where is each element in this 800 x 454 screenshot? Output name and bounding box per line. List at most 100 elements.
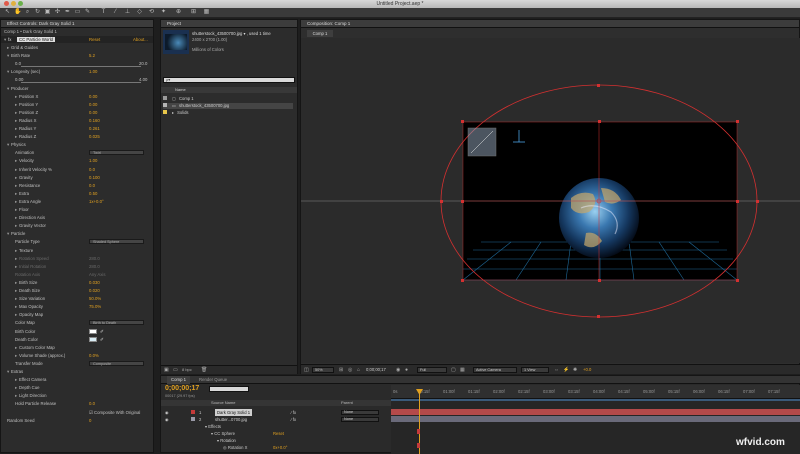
effect-property-row[interactable]: ▸ Inherit Velocity % 0.0 [1,166,153,173]
effect-property-row[interactable]: ▸ Gravity Vector [1,222,153,229]
effect-property-value[interactable]: 0.0 [89,182,95,189]
grid-guides-icon[interactable]: ⊞ [339,367,343,373]
pen-alt-tool-icon[interactable]: ✎ [84,9,91,16]
effect-property-row[interactable]: ▸ Max Opacity 75.0% [1,303,153,310]
effect-property-value[interactable]: 1.00 [89,68,97,75]
timeline-layer-row[interactable]: ◉ 1 Dark Gray Solid 1 ⁄ fx None [161,409,391,416]
effect-property-row[interactable]: ▸ Birth Size 0.030 [1,279,153,286]
effect-property-value[interactable]: 1x+0.0° [89,198,104,205]
keyframe-marker[interactable] [417,443,420,448]
effect-property-row[interactable]: ▸ Radius Y 0.261 [1,125,153,132]
eyedropper-icon[interactable]: ✐ [100,328,104,335]
effect-header-row[interactable]: ▾ fx CC Particle World Reset About... [1,36,153,44]
effect-property-row[interactable]: ▸ Light Direction [1,392,153,399]
effect-property-row[interactable]: ▾ Physics [1,141,153,148]
snapshot-icon[interactable]: ⌂ [357,367,360,373]
effect-property-value[interactable]: 0.00 [89,93,97,100]
region-of-interest-icon[interactable]: ▢ [451,367,456,373]
label-color-swatch[interactable] [163,96,167,100]
snap-tool-icon[interactable]: ▦ [203,9,210,16]
effect-property-value[interactable]: 0.00 [89,101,97,108]
effect-property-row[interactable]: ▾ Particle [1,230,153,237]
effect-property-row[interactable]: ▸ Position X 0.00 [1,93,153,100]
trash-icon[interactable]: 🗑 [201,367,207,373]
effect-property-value[interactable]: 0 [89,417,91,424]
fast-previews-icon[interactable]: ⚡ [563,367,569,373]
project-item[interactable]: ▭ shutterstock_43500700.jpg [163,103,293,109]
effect-property-row[interactable]: Death Color ✐ [1,336,153,343]
timeline-property-row[interactable]: ▾ CC Sphere Reset [161,430,391,437]
rotate-tool-icon[interactable]: ↻ [34,9,41,16]
effect-property-value[interactable]: 0.030 [89,279,100,286]
magnification-dropdown[interactable]: 50% [312,367,334,373]
effect-property-row[interactable]: ▸ Texture [1,247,153,254]
effect-property-value[interactable]: 50.0% [89,295,101,302]
puppet-tool-icon[interactable]: ✦ [160,9,167,16]
camera-tool-icon[interactable]: ▣ [44,9,51,16]
composite-original-checkbox[interactable]: ☑ Composite With Original [89,409,140,416]
zoom-tool-icon[interactable]: ⌕ [24,9,31,16]
effect-property-value[interactable]: 0.020 [89,287,100,294]
effect-property-row[interactable]: ▸ Grid & Guides [1,44,153,51]
source-name-header[interactable]: Source Name [211,400,235,406]
property-slider[interactable] [21,66,141,68]
timeline-property-value[interactable]: 0x+0.0° [273,444,287,451]
show-channel-icon[interactable]: ● [405,367,408,373]
effect-controls-tab[interactable]: Effect Controls: Dark Gray Solid 1 [1,20,153,28]
effect-property-row[interactable]: ▸ Direction Axis [1,214,153,221]
effect-property-row[interactable]: Birth Color ✐ [1,328,153,335]
type-tool-icon[interactable]: T [100,9,107,16]
effect-about-link[interactable]: About... [133,36,148,43]
effect-reset-link[interactable]: Reset [89,36,100,43]
brush-tool-icon[interactable]: ⁄ [112,9,119,16]
mask-visibility-icon[interactable]: ◎ [348,367,352,373]
project-tab[interactable]: Project [161,20,297,28]
keyframe-marker[interactable] [417,429,420,434]
timeline-search-input[interactable] [209,386,249,392]
roto-brush-tool-icon[interactable]: ⟲ [148,9,155,16]
timeline-property-value[interactable]: Reset [273,430,284,437]
effect-property-row[interactable]: Color Map Birth to Death [1,319,153,326]
view-layout-dropdown[interactable]: 1 View [521,367,549,373]
effect-property-row[interactable]: ▸ Size Variation 50.0% [1,295,153,302]
effect-property-row[interactable]: ▸ Position Z 0.00 [1,109,153,116]
layer-switches[interactable]: ⁄ fx [291,416,296,423]
visibility-eye-icon[interactable]: ◉ [165,416,169,423]
time-ruler[interactable]: 0s 00:15f 01:00f 01:15f 02:00f 02:15f 03:00f 03… [391,385,800,399]
timeline-comp-tab[interactable]: Comp 1 [167,376,191,384]
effect-property-row[interactable]: ▸ Effect Camera [1,376,153,383]
effect-property-row[interactable]: ▸ Death Size 0.020 [1,287,153,294]
effect-property-row[interactable]: ▸ Opacity Map [1,311,153,318]
effect-property-row[interactable]: ☑ Composite With Original [1,409,153,416]
puppet-starch-tool-icon[interactable]: ⊞ [190,9,197,16]
timeline-property-row[interactable]: ▾ Rotation [161,437,391,444]
effect-property-value[interactable]: 0.160 [89,117,100,124]
resolution-dropdown[interactable]: Full [417,367,447,373]
effect-property-value[interactable]: 5.2 [89,52,95,59]
zoom-window-icon[interactable] [18,1,23,6]
project-search-input[interactable]: ρ▾ [163,77,295,83]
project-item[interactable]: ▢ Comp 1 [163,96,293,102]
render-queue-tab[interactable]: Render Queue [199,376,227,384]
parent-dropdown[interactable]: None [341,417,379,422]
composition-viewer[interactable] [301,38,800,363]
pixel-aspect-icon[interactable]: ⇔ [554,367,559,373]
project-item[interactable]: ▸ Solids [163,110,293,116]
effect-property-value[interactable]: 0.0% [89,352,99,359]
effect-property-row[interactable]: Animation Twirl [1,149,153,156]
layer-2-bar[interactable] [391,416,800,422]
bit-depth-label[interactable]: 8 bpc [182,367,192,372]
effect-property-row[interactable]: ▾ Birth Rate 5.2 [1,52,153,59]
color-swatch[interactable] [89,336,97,342]
effect-property-row[interactable]: ▸ Position Y 0.00 [1,101,153,108]
pen-tool-icon[interactable]: ✒ [64,9,71,16]
new-folder-icon[interactable]: ▭ [173,367,178,373]
transparency-grid-icon[interactable]: ▦ [460,367,465,373]
effect-property-row[interactable]: ▾ Producer [1,85,153,92]
effect-property-row[interactable]: ▸ Gravity 0.100 [1,174,153,181]
effect-property-dropdown[interactable]: Composite [89,360,144,366]
layer-source-name[interactable]: shutter...0700.jpg [215,416,247,423]
clone-stamp-tool-icon[interactable]: ⊥ [124,9,131,16]
parent-dropdown[interactable]: None [341,410,379,415]
layer-label-color[interactable] [191,417,195,421]
